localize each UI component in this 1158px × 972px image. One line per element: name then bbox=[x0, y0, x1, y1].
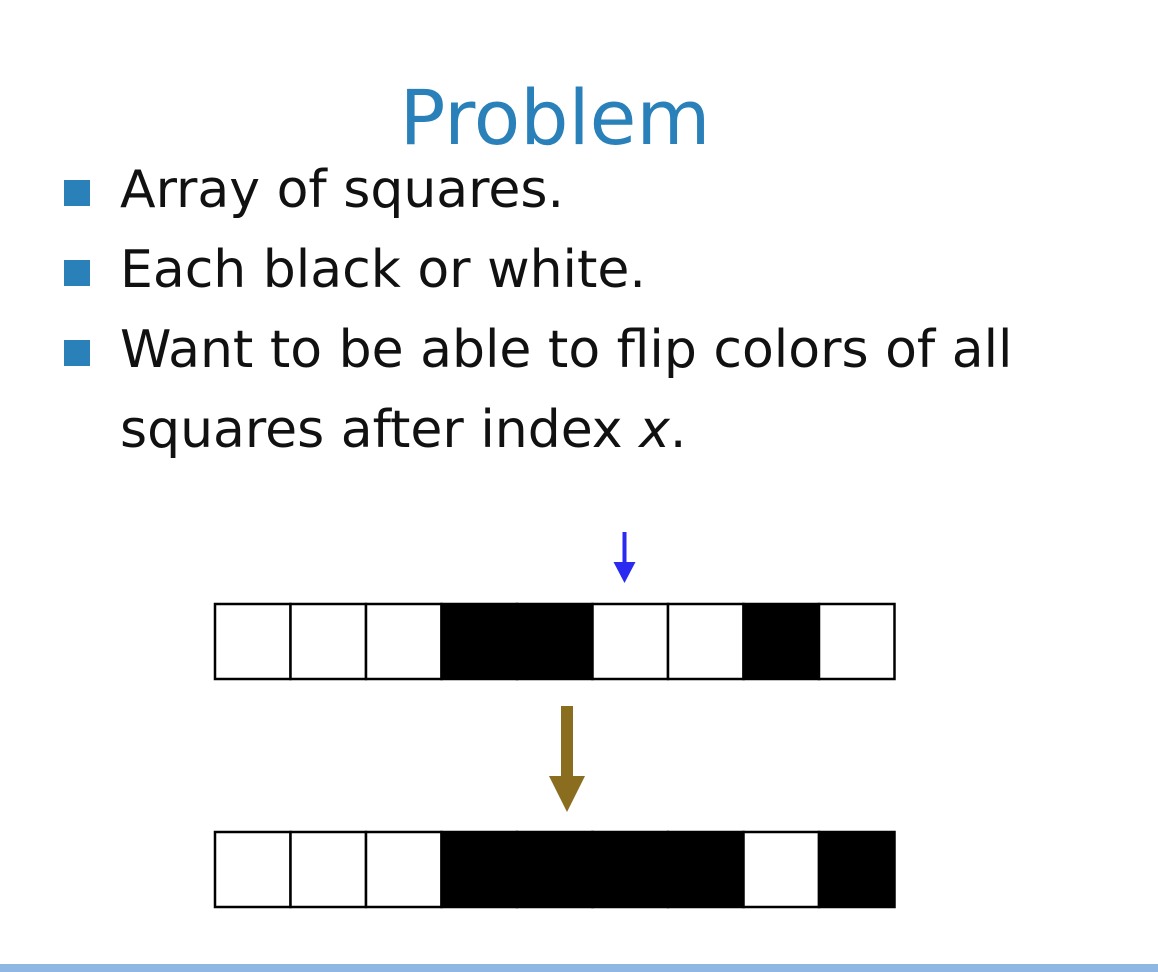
transform-arrow bbox=[549, 706, 585, 812]
after-cell-5-black bbox=[515, 830, 594, 909]
before-cell-3-white bbox=[364, 602, 443, 681]
after-cell-1-white bbox=[213, 830, 292, 909]
before-cell-8-black bbox=[742, 602, 821, 681]
bullet-item: Array of squares. bbox=[60, 150, 1100, 230]
bullet-text: Want to be able to flip colors of all sq… bbox=[120, 320, 1013, 460]
square-bullet-icon bbox=[64, 340, 90, 366]
bullet-text: Array of squares. bbox=[120, 160, 565, 220]
after-cell-7-black bbox=[666, 830, 745, 909]
before-cell-6-white bbox=[591, 602, 670, 681]
bottom-bar bbox=[0, 964, 1158, 972]
after-cell-6-black bbox=[591, 830, 670, 909]
transform-arrowhead bbox=[549, 776, 585, 812]
before-cell-2-white bbox=[289, 602, 368, 681]
index-pointer-arrow bbox=[613, 532, 636, 583]
pointer-arrowhead bbox=[613, 562, 636, 583]
bullet-list: Array of squares. Each black or white. W… bbox=[60, 150, 1100, 470]
array-before bbox=[213, 602, 896, 681]
after-cell-4-black bbox=[440, 830, 519, 909]
after-cell-2-white bbox=[289, 830, 368, 909]
bullet-punctuation: . bbox=[669, 400, 687, 460]
square-bullet-icon bbox=[64, 180, 90, 206]
before-cell-9-white bbox=[817, 602, 896, 681]
after-cell-9-black bbox=[817, 830, 896, 909]
array-after bbox=[213, 830, 896, 909]
bullet-item: Want to be able to flip colors of all sq… bbox=[60, 310, 1100, 470]
square-bullet-icon bbox=[64, 260, 90, 286]
before-cell-5-black bbox=[515, 602, 594, 681]
bullet-item: Each black or white. bbox=[60, 230, 1100, 310]
transform-arrow-shaft bbox=[561, 706, 573, 778]
before-cell-4-black bbox=[440, 602, 519, 681]
index-variable: x bbox=[639, 400, 670, 460]
after-cell-3-white bbox=[364, 830, 443, 909]
before-cell-7-white bbox=[666, 602, 745, 681]
flip-diagram bbox=[213, 532, 896, 909]
slide-title: Problem bbox=[399, 72, 711, 162]
bullet-text: Each black or white. bbox=[120, 240, 646, 300]
before-cell-1-white bbox=[213, 602, 292, 681]
after-cell-8-white bbox=[742, 830, 821, 909]
